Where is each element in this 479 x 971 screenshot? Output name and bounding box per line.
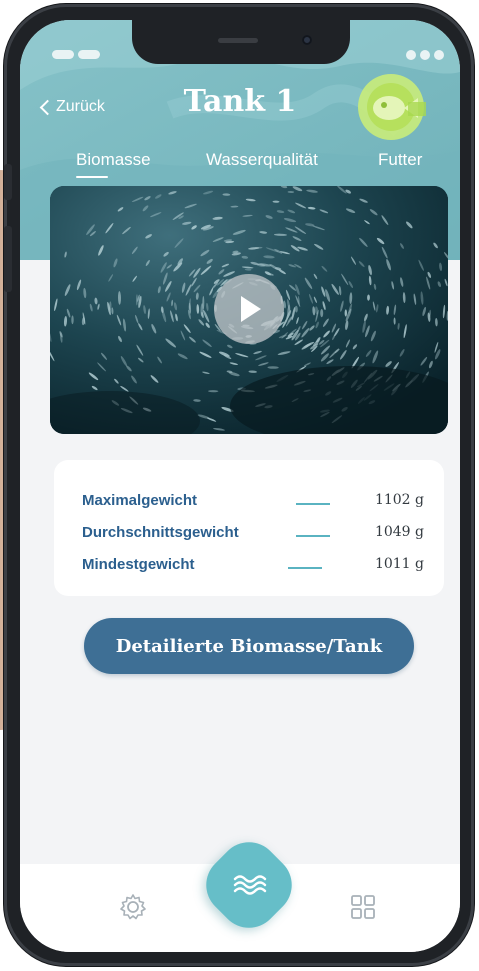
play-icon (241, 296, 261, 322)
biomass-stats-card: Maximalgewicht 1102 g Durchschnittsgewic… (54, 460, 444, 596)
stat-divider-line (296, 503, 330, 505)
tab-bar-top: Biomasse Wasserqualität Futter (20, 150, 460, 186)
stat-value: 1011 g (374, 556, 424, 572)
stat-row-max: Maximalgewicht 1102 g (82, 492, 424, 514)
settings-icon[interactable] (118, 892, 148, 922)
stat-divider-line (288, 567, 322, 569)
tab-biomasse[interactable]: Biomasse (76, 150, 151, 178)
stat-value: 1102 g (374, 492, 424, 508)
status-pill (78, 50, 100, 59)
stat-label: Maximalgewicht (82, 492, 198, 509)
tab-futter[interactable]: Futter (378, 150, 422, 170)
stat-row-avg: Durchschnittsgewicht 1049 g (82, 524, 424, 546)
status-pill (52, 50, 74, 59)
grid-icon[interactable] (350, 894, 376, 920)
fish-badge-icon[interactable] (356, 72, 426, 142)
stat-label: Durchschnittsgewicht (82, 524, 239, 541)
speaker-grill (218, 38, 258, 43)
waves-icon[interactable] (231, 870, 267, 900)
status-dot (406, 50, 416, 60)
stat-row-min: Mindestgewicht 1011 g (82, 556, 424, 578)
notch (132, 20, 350, 64)
phone-volume-up (4, 226, 12, 292)
tab-wasserqualitaet[interactable]: Wasserqualität (206, 150, 318, 170)
fish-mark (320, 309, 324, 318)
stat-divider-line (296, 535, 330, 537)
stage: Zurück Tank 1 Biomasse Wasserqualität Fu… (0, 0, 479, 971)
phone-side-button (4, 164, 12, 200)
fish-video[interactable] (50, 186, 448, 434)
phone-frame: Zurück Tank 1 Biomasse Wasserqualität Fu… (4, 4, 474, 966)
stat-value: 1049 g (374, 524, 424, 540)
status-dot (434, 50, 444, 60)
status-bar-right (406, 50, 444, 60)
status-dot (420, 50, 430, 60)
play-button[interactable] (214, 274, 284, 344)
stat-label: Mindestgewicht (82, 556, 195, 573)
status-bar-left (52, 50, 100, 59)
detailed-biomass-button[interactable]: Detailierte Biomasse/Tank (84, 618, 414, 674)
front-camera (302, 35, 312, 45)
app-screen: Zurück Tank 1 Biomasse Wasserqualität Fu… (20, 20, 460, 952)
